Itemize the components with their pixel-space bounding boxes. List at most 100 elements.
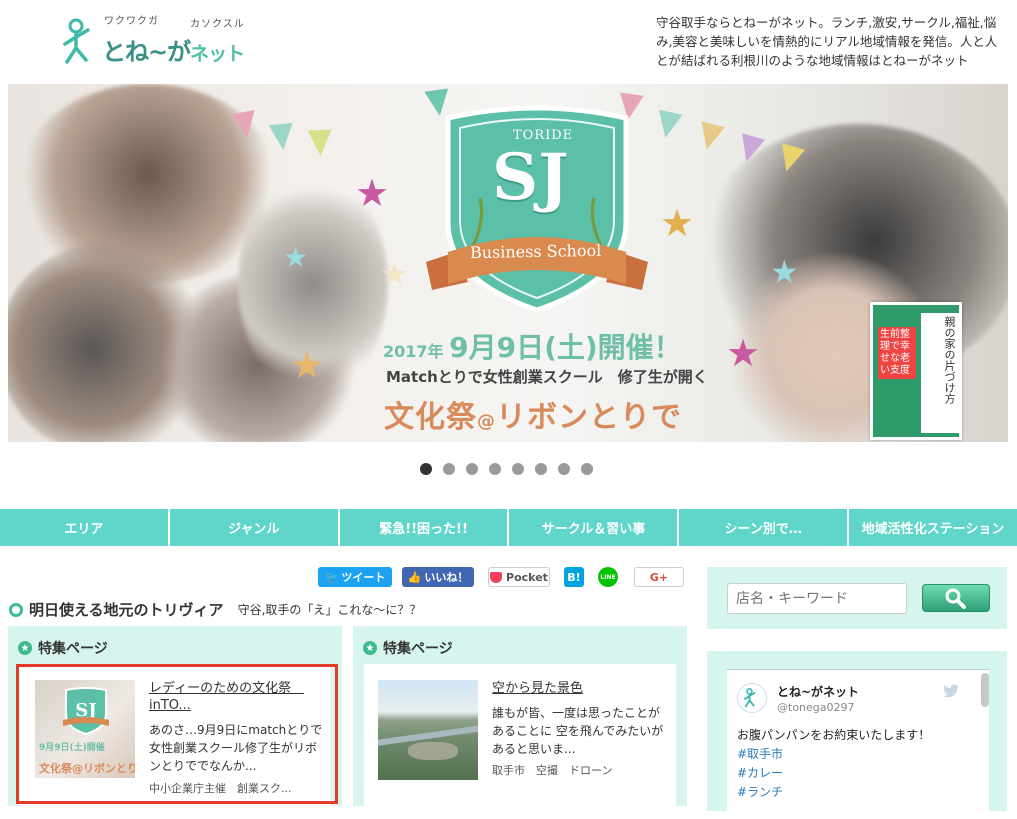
nav-item-emergency[interactable]: 緊急!!困った!! bbox=[340, 509, 510, 546]
hero-subtitle: Matchとりで女性創業スクール 修了生が開く bbox=[386, 368, 708, 386]
site-logo[interactable]: ワクワクガ カソクスル とね~がネット bbox=[62, 12, 262, 72]
section-subtitle: 守谷,取手の「え」これな〜に？？ bbox=[237, 603, 422, 617]
feature-panel-head-label: 特集ページ bbox=[38, 641, 108, 657]
star-decoration-icon: ★ bbox=[290, 343, 325, 387]
hatena-bookmark-button[interactable]: B! bbox=[564, 567, 584, 587]
timeline-scrollbar[interactable] bbox=[981, 673, 989, 707]
star-decoration-icon: ★ bbox=[726, 331, 761, 375]
pennant-flag bbox=[695, 121, 725, 153]
hashtag-link[interactable]: #カレー bbox=[737, 764, 930, 783]
nav-item-station[interactable]: 地域活性化ステーション bbox=[849, 509, 1017, 546]
hero-main-at: @ bbox=[477, 411, 496, 432]
carousel-dot[interactable] bbox=[558, 463, 570, 475]
shield-ribbon-text: Business School bbox=[469, 240, 602, 263]
hero-main-b: リボンとりで bbox=[496, 400, 682, 435]
star-decoration-icon: ★ bbox=[770, 253, 799, 291]
logo-ruby-left: ワクワクガ bbox=[104, 16, 159, 27]
gplus-label: G+ bbox=[649, 570, 669, 584]
hashtag-link[interactable]: #ランチ bbox=[737, 783, 930, 802]
line-icon: LINE bbox=[598, 567, 618, 587]
hero-date-year: 2017年 bbox=[383, 342, 444, 361]
pennant-flag bbox=[268, 122, 296, 152]
pennant-flag bbox=[307, 129, 333, 157]
star-decoration-icon: ★ bbox=[660, 201, 695, 245]
search-input[interactable] bbox=[727, 583, 907, 614]
star-badge-icon: ★ bbox=[363, 641, 377, 655]
aerial-town bbox=[408, 742, 458, 760]
feature-card-title[interactable]: 空から見た景色 bbox=[492, 680, 664, 697]
line-label: LINE bbox=[600, 573, 616, 581]
logo-text-b: ネット bbox=[190, 43, 245, 65]
hero-main-title: 文化祭@リボンとりで bbox=[384, 392, 682, 436]
logo-text-a: とね~が bbox=[102, 38, 191, 66]
nav-item-area[interactable]: エリア bbox=[0, 509, 170, 546]
feature-card-tags[interactable]: 取手市 空撮 ドローン bbox=[492, 762, 612, 778]
carousel-dots bbox=[420, 463, 593, 475]
feature-panel: ★ 特集ページ 空から見た景色 誰もが皆、一度は思ったことがあることに 空を飛ん… bbox=[353, 626, 687, 806]
nav-item-genre[interactable]: ジャンル bbox=[170, 509, 340, 546]
shield-letters: SJ bbox=[492, 140, 569, 215]
hero-main-a: 文化祭 bbox=[384, 400, 477, 435]
avatar[interactable] bbox=[737, 683, 767, 713]
main-nav: エリア ジャンル 緊急!!困った!! サークル＆習い事 シーン別で… 地域活性化… bbox=[0, 509, 1017, 546]
feature-panel-head: ★ 特集ページ bbox=[363, 638, 453, 658]
hero-date-main: 9月9日(土)開催！ bbox=[449, 331, 682, 364]
twitter-timeline-panel: とね~がネット @tonega0297 お腹パンパンをお約束いたします！ #取手… bbox=[707, 651, 1007, 819]
pennant-flag bbox=[653, 109, 683, 141]
book-sub: 生前整理で幸せな老い支度 bbox=[878, 327, 916, 379]
hero-date: 2017年 9月9日(土)開催！ bbox=[383, 326, 682, 366]
carousel-dot[interactable] bbox=[466, 463, 478, 475]
hatena-label: B! bbox=[567, 570, 581, 584]
carousel-dot[interactable] bbox=[581, 463, 593, 475]
person-logo-icon bbox=[63, 18, 90, 64]
twitter-bird-icon: 🐦 bbox=[324, 570, 339, 584]
site-header: ワクワクガ カソクスル とね~がネット 守谷取手ならとねーがネット。ランチ,激安… bbox=[0, 0, 1017, 82]
feature-card[interactable]: 空から見た景色 誰もが皆、一度は思ったことがあることに 空を飛んでみたいがあると… bbox=[364, 664, 676, 806]
twitter-bird-icon[interactable] bbox=[943, 684, 959, 698]
hero-banner[interactable]: 生前整理で幸せな老い支度 親の家の片づけ方 ★ ★ ★ ★ ★ ★ ★ TORI… bbox=[8, 84, 1008, 442]
nav-item-circle[interactable]: サークル＆習い事 bbox=[509, 509, 680, 546]
star-decoration-icon: ★ bbox=[355, 171, 390, 215]
pennant-flag bbox=[230, 110, 260, 140]
star-decoration-icon: ★ bbox=[380, 255, 409, 293]
tweet-card[interactable]: とね~がネット @tonega0297 お腹パンパンをお約束いたします！ #取手… bbox=[727, 669, 989, 819]
section-heading: 明日使える地元のトリヴィア 守谷,取手の「え」これな〜に？？ bbox=[9, 599, 421, 620]
pocket-icon bbox=[490, 571, 503, 583]
carousel-dot[interactable] bbox=[420, 463, 432, 475]
pocket-button[interactable]: Pocket bbox=[488, 567, 550, 587]
star-badge-icon: ★ bbox=[18, 641, 32, 655]
selected-card-highlight bbox=[16, 664, 338, 804]
google-plus-button[interactable]: G+ bbox=[634, 567, 684, 587]
search-panel bbox=[707, 567, 1007, 629]
tweet-author-handle[interactable]: @tonega0297 bbox=[777, 701, 855, 714]
feature-card-description: 誰もが皆、一度は思ったことがあることに 空を飛んでみたいがあると思いま... bbox=[492, 706, 664, 756]
star-decoration-icon: ★ bbox=[283, 241, 309, 274]
person-logo-icon bbox=[743, 688, 756, 708]
thumbs-up-icon: 👍 bbox=[407, 570, 422, 584]
book-cover: 生前整理で幸せな老い支度 親の家の片づけ方 bbox=[870, 302, 962, 440]
search-icon bbox=[945, 588, 966, 609]
tweet-button[interactable]: 🐦 ツイート bbox=[318, 567, 392, 587]
carousel-dot[interactable] bbox=[512, 463, 524, 475]
ring-bullet-icon bbox=[9, 602, 23, 617]
site-tagline: 守谷取手ならとねーがネット。ランチ,激安,サークル,福祉,悩み,美容と美味しいを… bbox=[656, 15, 998, 68]
logo-ruby-right: カソクスル bbox=[190, 19, 245, 30]
carousel-dot[interactable] bbox=[443, 463, 455, 475]
line-button[interactable]: LINE bbox=[598, 567, 618, 587]
tweet-text: お腹パンパンをお約束いたします！ #取手市 #カレー #ランチ bbox=[737, 726, 930, 802]
carousel-dot[interactable] bbox=[535, 463, 547, 475]
pocket-label: Pocket bbox=[506, 570, 548, 584]
search-button[interactable] bbox=[922, 584, 990, 612]
feature-panel-head: ★ 特集ページ bbox=[18, 638, 108, 658]
tweet-author-name[interactable]: とね~がネット bbox=[777, 683, 859, 700]
aerial-photo-thumbnail[interactable] bbox=[378, 680, 478, 780]
facebook-like-button[interactable]: 👍 いいね！ bbox=[402, 567, 474, 587]
logo-text: とね~がネット bbox=[102, 32, 245, 67]
tweet-body: お腹パンパンをお約束いたします！ bbox=[737, 728, 931, 742]
tweet-label: ツイート bbox=[341, 571, 386, 584]
like-label: いいね！ bbox=[424, 571, 469, 584]
carousel-dot[interactable] bbox=[489, 463, 501, 475]
nav-item-scene[interactable]: シーン別で… bbox=[679, 509, 850, 546]
hashtag-link[interactable]: #取手市 bbox=[737, 745, 930, 764]
feature-panel-head-label: 特集ページ bbox=[383, 641, 453, 657]
